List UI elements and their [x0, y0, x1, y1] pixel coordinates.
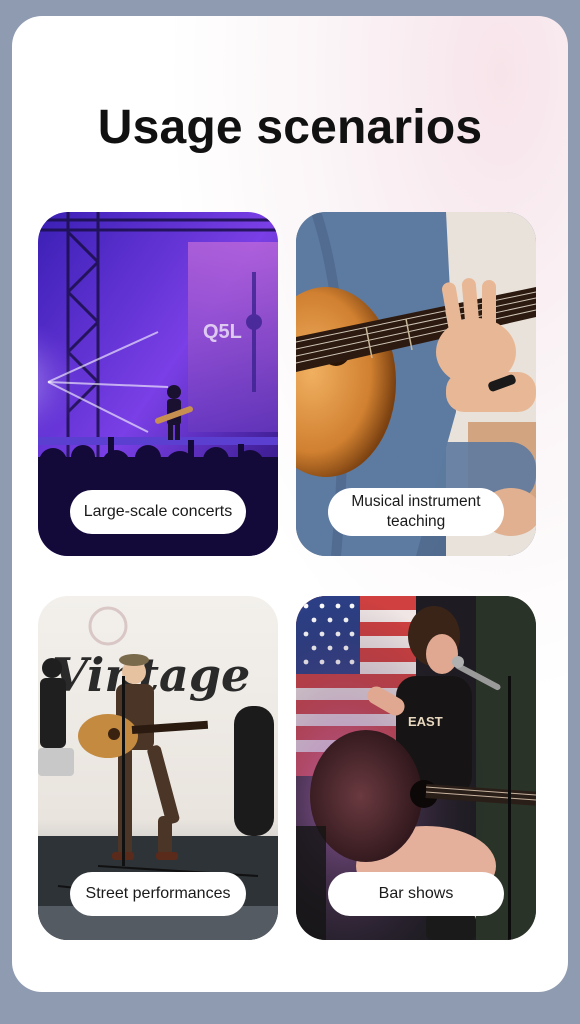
shirt-overlay-text: EAST: [408, 714, 443, 729]
usage-scenarios-card: Usage scenarios Q5L Large-scale concerts…: [12, 16, 568, 992]
scenario-tile-concerts[interactable]: Q5L Large-scale concerts: [38, 212, 278, 556]
page-title: Usage scenarios: [97, 101, 483, 154]
scenario-label-bar: Bar shows: [328, 872, 504, 916]
scenario-tile-street[interactable]: Vintage Street performances: [38, 596, 278, 940]
scenario-tile-teaching[interactable]: Musical instrument teaching: [296, 212, 536, 556]
scenario-label-teaching: Musical instrument teaching: [328, 488, 504, 536]
scenario-label-street: Street performances: [70, 872, 246, 916]
screen-overlay-text: Q5L: [203, 321, 242, 343]
scenario-label-concerts: Large-scale concerts: [70, 490, 246, 534]
scenario-tile-bar[interactable]: EAST Bar shows: [296, 596, 536, 940]
